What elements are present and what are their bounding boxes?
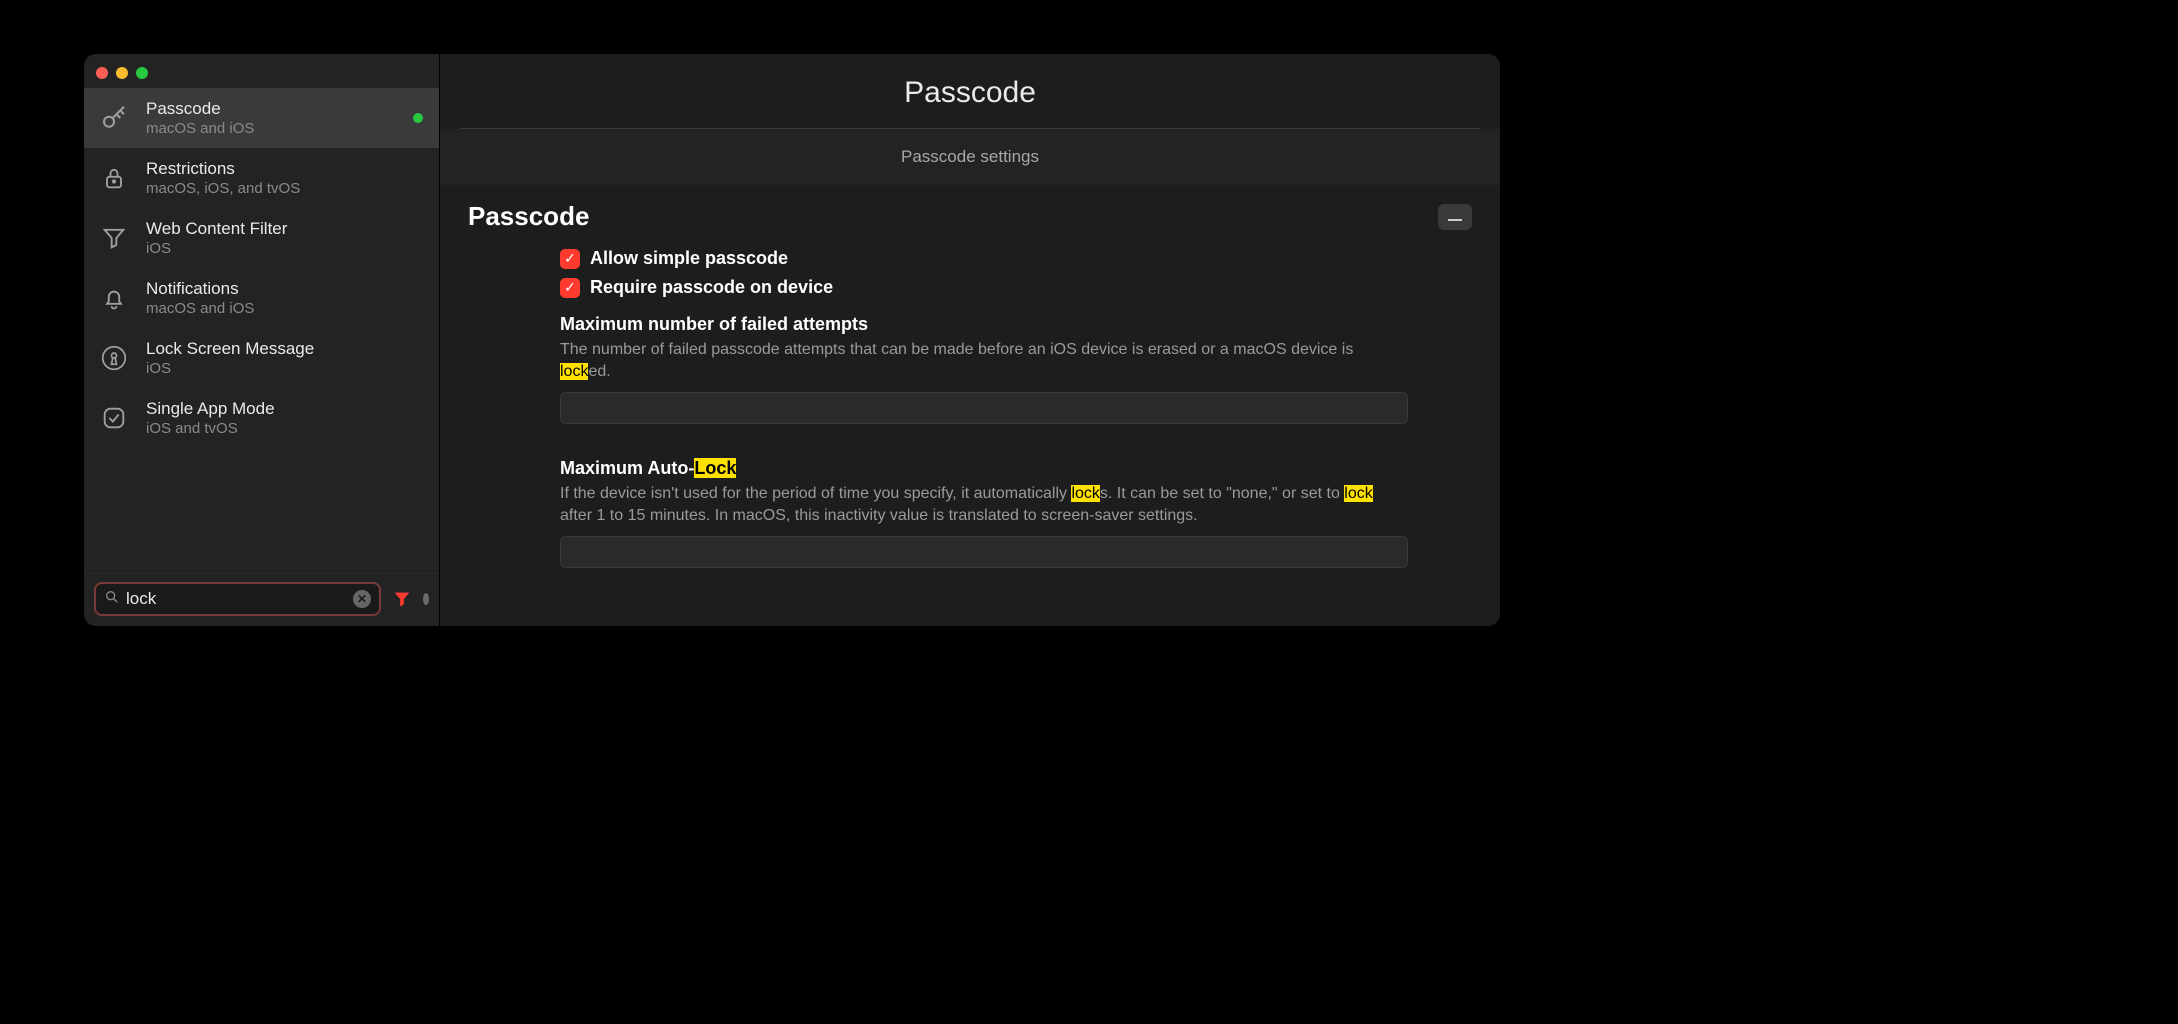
sidebar-item-label: Passcode [146, 99, 401, 119]
sidebar-item-label: Notifications [146, 279, 423, 299]
checkbox-require-passcode[interactable]: ✓ [560, 278, 580, 298]
field-description: The number of failed passcode attempts t… [560, 335, 1408, 382]
field-description: If the device isn't used for the period … [560, 479, 1408, 526]
checkbox-allow-simple[interactable]: ✓ [560, 249, 580, 269]
field-label: Maximum number of failed attempts [560, 314, 1408, 335]
key-icon [94, 98, 134, 138]
passcode-section: Passcode ✓ Allow simple passcode ✓ Requi… [440, 185, 1500, 590]
checkbox-label: Allow simple passcode [590, 248, 788, 269]
sidebar-item-notifications[interactable]: Notifications macOS and iOS [84, 268, 439, 328]
window-zoom-button[interactable] [136, 67, 148, 79]
sidebar: Passcode macOS and iOS Restrictions macO… [84, 54, 440, 626]
sidebar-item-single-app-mode[interactable]: Single App Mode iOS and tvOS [84, 388, 439, 448]
minus-icon [1448, 208, 1462, 226]
main-panel: Passcode Passcode settings Passcode ✓ Al… [440, 54, 1500, 626]
window-titlebar [84, 54, 439, 82]
sidebar-item-subtitle: macOS, iOS, and tvOS [146, 180, 423, 197]
field-label: Maximum Auto-Lock [560, 458, 1408, 479]
window-close-button[interactable] [96, 67, 108, 79]
bell-icon [94, 278, 134, 318]
sidebar-item-label: Web Content Filter [146, 219, 423, 239]
max-failed-attempts-input[interactable] [560, 392, 1408, 424]
max-auto-lock-input[interactable] [560, 536, 1408, 568]
sidebar-item-subtitle: iOS [146, 360, 423, 377]
sidebar-item-label: Lock Screen Message [146, 339, 423, 359]
funnel-icon [94, 218, 134, 258]
collapse-button[interactable] [1438, 204, 1472, 230]
passcode-form: ✓ Allow simple passcode ✓ Require passco… [468, 244, 1472, 574]
sidebar-item-subtitle: iOS [146, 240, 423, 257]
clear-search-button[interactable]: ✕ [353, 590, 371, 608]
sidebar-footer: ✕ [84, 573, 439, 626]
lock-icon [94, 158, 134, 198]
field-max-failed-attempts: Maximum number of failed attempts The nu… [560, 302, 1408, 430]
sidebar-item-subtitle: macOS and iOS [146, 300, 423, 317]
sidebar-item-web-content-filter[interactable]: Web Content Filter iOS [84, 208, 439, 268]
sidebar-item-label: Single App Mode [146, 399, 423, 419]
sidebar-item-restrictions[interactable]: Restrictions macOS, iOS, and tvOS [84, 148, 439, 208]
field-max-auto-lock: Maximum Auto-Lock If the device isn't us… [560, 430, 1408, 574]
filter-button[interactable] [391, 588, 413, 610]
sidebar-item-subtitle: macOS and iOS [146, 120, 401, 137]
checkbox-row[interactable]: ✓ Require passcode on device [560, 273, 1408, 302]
section-title: Passcode [468, 201, 589, 232]
page-subheader: Passcode settings [440, 129, 1500, 185]
search-input[interactable] [126, 589, 347, 609]
app-window: Passcode macOS and iOS Restrictions macO… [84, 54, 1500, 626]
sidebar-item-subtitle: iOS and tvOS [146, 420, 423, 437]
page-title: Passcode [440, 54, 1500, 128]
checkbox-label: Require passcode on device [590, 277, 833, 298]
status-indicator-icon [423, 593, 429, 605]
sidebar-list: Passcode macOS and iOS Restrictions macO… [84, 82, 439, 573]
window-minimize-button[interactable] [116, 67, 128, 79]
sidebar-item-lock-screen-message[interactable]: Lock Screen Message iOS [84, 328, 439, 388]
checkbox-row[interactable]: ✓ Allow simple passcode [560, 244, 1408, 273]
keyhole-icon [94, 338, 134, 378]
check-square-icon [94, 398, 134, 438]
search-icon [104, 589, 120, 610]
search-field-wrap[interactable]: ✕ [94, 582, 381, 616]
status-dot-icon [413, 113, 423, 123]
sidebar-item-label: Restrictions [146, 159, 423, 179]
sidebar-item-passcode[interactable]: Passcode macOS and iOS [84, 88, 439, 148]
